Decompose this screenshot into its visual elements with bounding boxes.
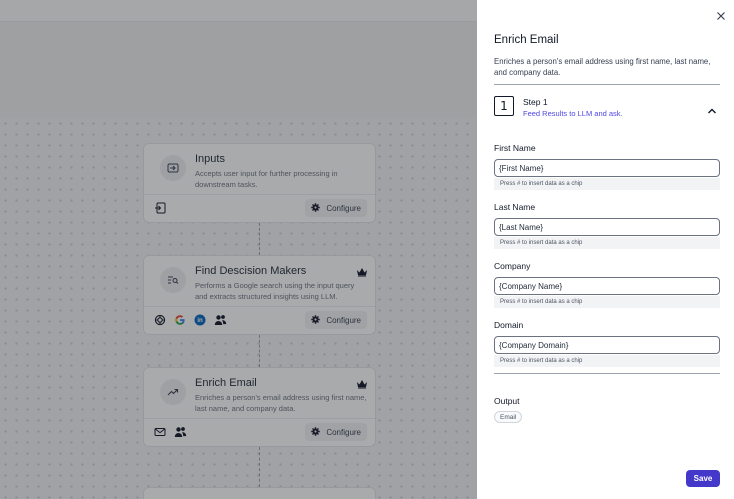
chevron-up-icon[interactable] (707, 102, 717, 120)
field-hint: Press # to insert data as a chip (494, 237, 720, 249)
field-hint: Press # to insert data as a chip (494, 178, 720, 190)
company-input[interactable]: {Company Name} (494, 277, 720, 295)
panel-divider (494, 84, 720, 85)
last-name-field: Last Name {Last Name} Press # to insert … (494, 202, 720, 249)
domain-field: Domain {Company Domain} Press # to inser… (494, 320, 720, 367)
save-button[interactable]: Save (686, 470, 720, 487)
first-name-input[interactable]: {First Name} (494, 159, 720, 177)
enrich-email-panel: Enrich Email Enriches a person's email a… (477, 0, 734, 499)
last-name-input[interactable]: {Last Name} (494, 218, 720, 236)
output-label: Output (494, 396, 520, 406)
panel-description: Enriches a person's email address using … (494, 57, 711, 77)
field-hint: Press # to insert data as a chip (494, 296, 720, 308)
panel-divider (494, 373, 720, 374)
step-header[interactable]: 1 Step 1 Feed Results to LLM and ask. (494, 96, 720, 120)
field-label: Company (494, 261, 531, 271)
step-title: Step 1 (523, 97, 548, 107)
panel-title: Enrich Email (494, 34, 559, 46)
company-field: Company {Company Name} Press # to insert… (494, 261, 720, 308)
first-name-field: First Name {First Name} Press # to inser… (494, 143, 720, 190)
field-hint: Press # to insert data as a chip (494, 355, 720, 367)
output-chip: Email (494, 411, 523, 423)
step-number-badge: 1 (494, 96, 514, 116)
field-label: Last Name (494, 202, 536, 212)
domain-input[interactable]: {Company Domain} (494, 336, 720, 354)
field-label: Domain (494, 320, 524, 330)
close-icon[interactable] (715, 9, 727, 21)
field-label: First Name (494, 143, 536, 153)
step-subtitle: Feed Results to LLM and ask. (523, 109, 623, 118)
